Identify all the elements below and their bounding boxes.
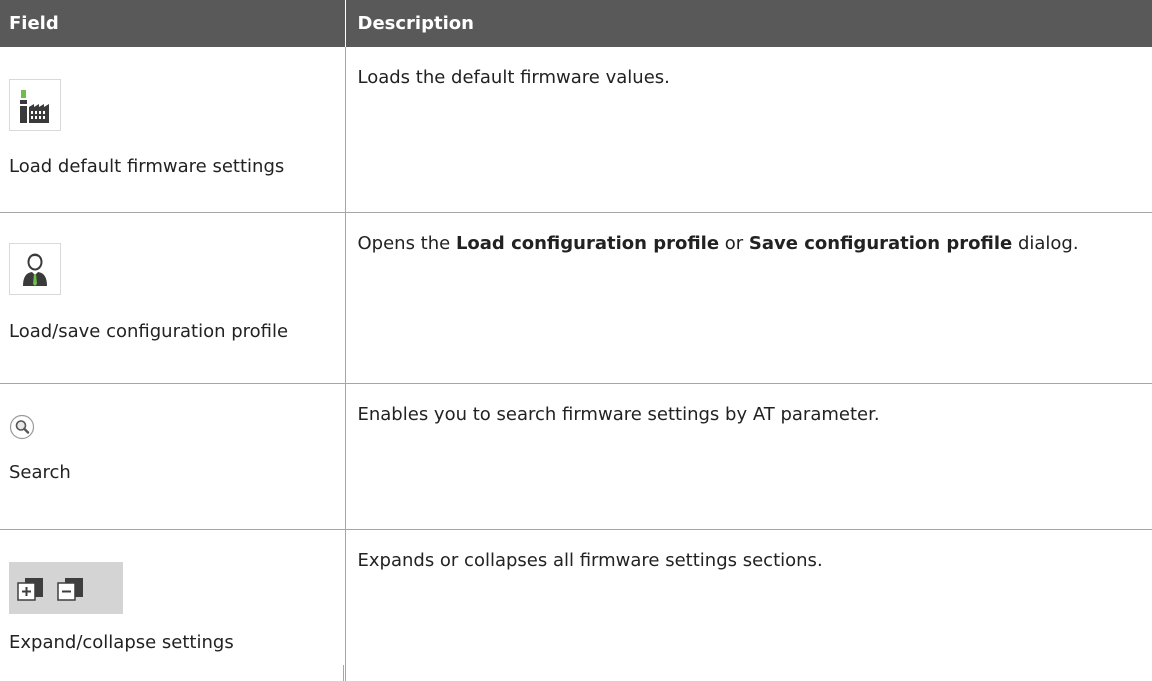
expand-collapse-icon [9,561,123,614]
expand-all-icon [17,577,43,601]
field-label: Search [9,461,71,483]
description-text: or [719,232,749,254]
field-cell: Expand/collapse settings [0,529,346,681]
description-cell: Enables you to search firmware settings … [345,383,1152,530]
field-column-header: Field [0,0,346,47]
description-cell: Opens the Load configuration profile or … [345,212,1152,384]
factory-icon[interactable] [9,79,61,131]
load-configuration-profile-term: Load configuration profile [455,232,720,254]
field-label: Load/save configuration profile [9,320,289,342]
table-row: Search Enables you to search firmware se… [0,383,1152,530]
table-row: Expand/collapse settings Expands or coll… [0,529,1152,681]
description-column-header: Description [345,0,1152,47]
field-label: Load default firmware settings [9,156,285,177]
field-label: Expand/collapse settings [9,631,234,653]
description-cell: Expands or collapses all firmware settin… [357,549,823,571]
field-cell: Search [0,383,346,530]
description-text: dialog. [1012,232,1079,254]
user-profile-icon[interactable] [9,242,61,295]
field-cell: Load/save configuration profile [0,212,346,384]
table-row: Load/save configuration profile Opens th… [0,212,1152,384]
field-cell: Load default firmware settings [0,47,346,213]
table-header-row: Field Description [0,0,1152,47]
collapse-all-icon [57,577,83,601]
column-divider [343,665,344,681]
save-configuration-profile-term: Save configuration profile [748,232,1013,254]
description-cell: Loads the default firmware values. [345,47,1152,213]
table-row: Load default firmware settings Loads the… [0,47,1152,213]
fields-table: Field Description Load default firmware … [0,0,1152,681]
search-icon[interactable] [9,414,35,440]
description-text: Opens the [357,232,456,254]
